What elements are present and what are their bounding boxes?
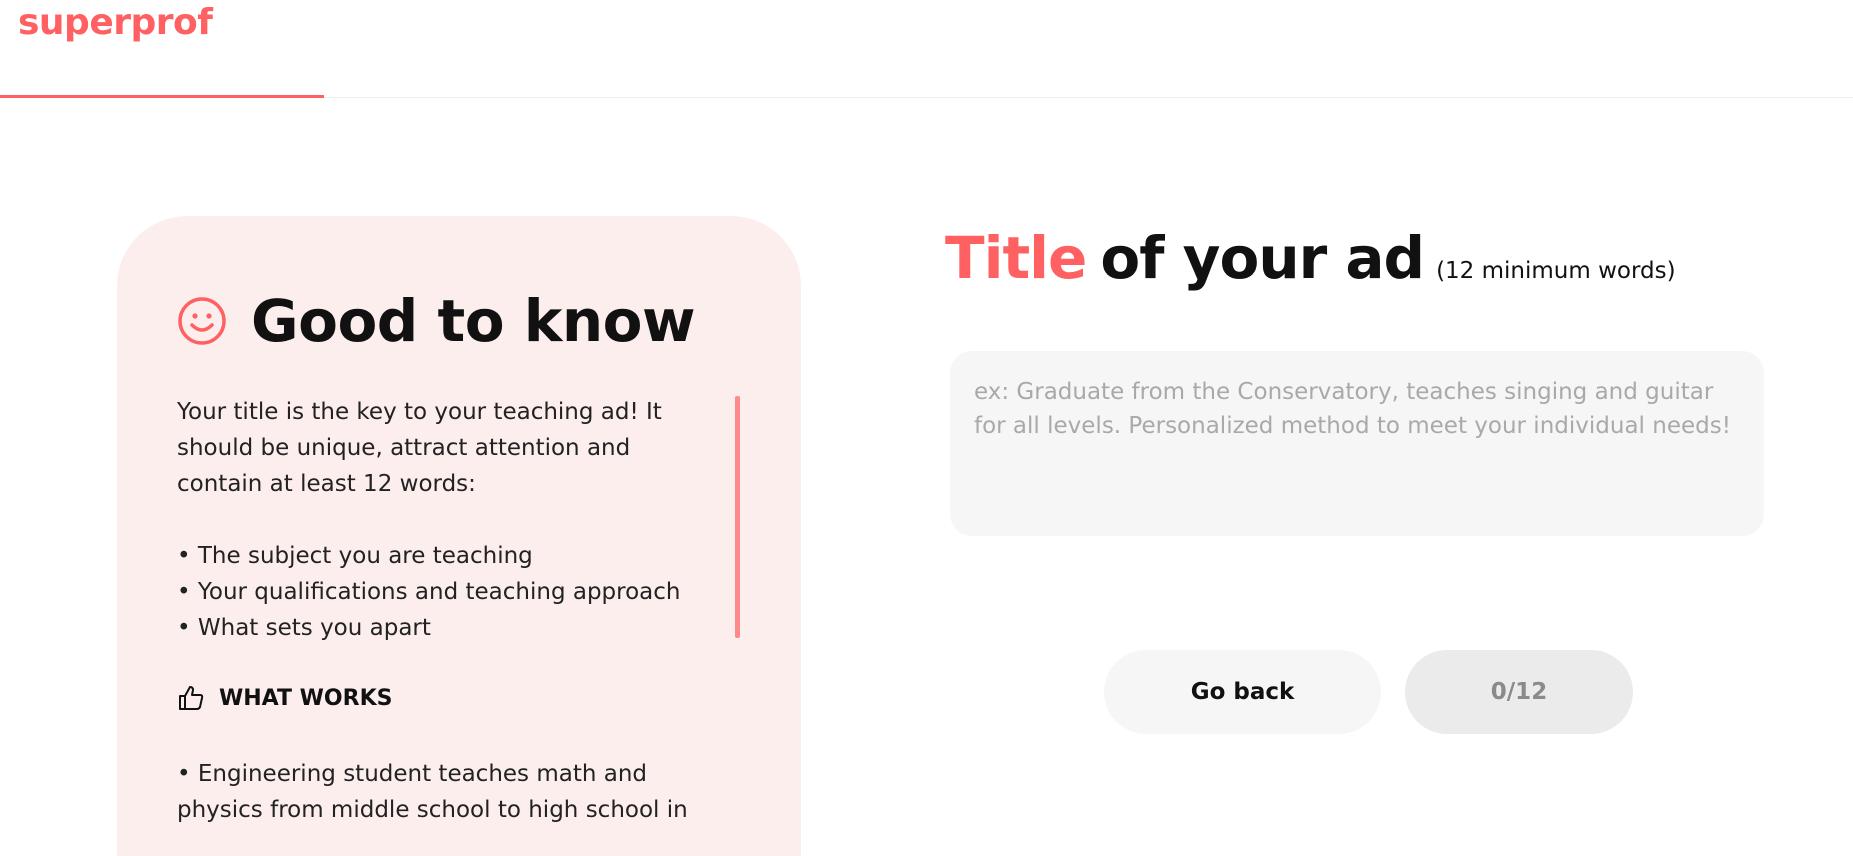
tips-bullet: • Your qualifications and teaching appro… xyxy=(177,579,681,605)
tips-intro: Your title is the key to your teaching a… xyxy=(177,399,662,497)
smile-icon xyxy=(178,297,226,345)
go-back-button[interactable]: Go back xyxy=(1104,650,1381,734)
panel-scrollbar[interactable] xyxy=(735,396,740,638)
panel-header: Good to know xyxy=(177,284,696,358)
what-works-label: WHAT WORKS xyxy=(219,685,393,711)
what-works-header: WHAT WORKS xyxy=(177,684,392,712)
thumbs-up-icon xyxy=(179,686,204,710)
progress-bar xyxy=(0,95,325,98)
example-item: • Engineering student teaches math and p… xyxy=(177,761,688,823)
ad-title-accent: Title xyxy=(945,224,1087,292)
word-count-button[interactable]: 0/12 xyxy=(1405,650,1633,734)
example-list: • Engineering student teaches math and p… xyxy=(177,756,717,828)
good-to-know-panel: Good to know Your title is the key to yo… xyxy=(117,216,801,856)
ad-title-text: of your ad xyxy=(1100,224,1425,292)
tips-bullet: • The subject you are teaching xyxy=(177,543,533,569)
ad-title-input[interactable] xyxy=(950,351,1764,536)
superprof-logo[interactable]: superprof xyxy=(18,2,213,43)
tips-bullet-list: • The subject you are teaching • Your qu… xyxy=(177,538,697,646)
top-header: superprof xyxy=(0,0,1853,98)
ad-title-heading: Title of your ad (12 minimum words) xyxy=(945,224,1676,292)
tips-text: Your title is the key to your teaching a… xyxy=(177,394,697,646)
panel-title: Good to know xyxy=(251,287,696,355)
minimum-words-note: (12 minimum words) xyxy=(1436,258,1676,284)
tips-bullet: • What sets you apart xyxy=(177,615,431,641)
